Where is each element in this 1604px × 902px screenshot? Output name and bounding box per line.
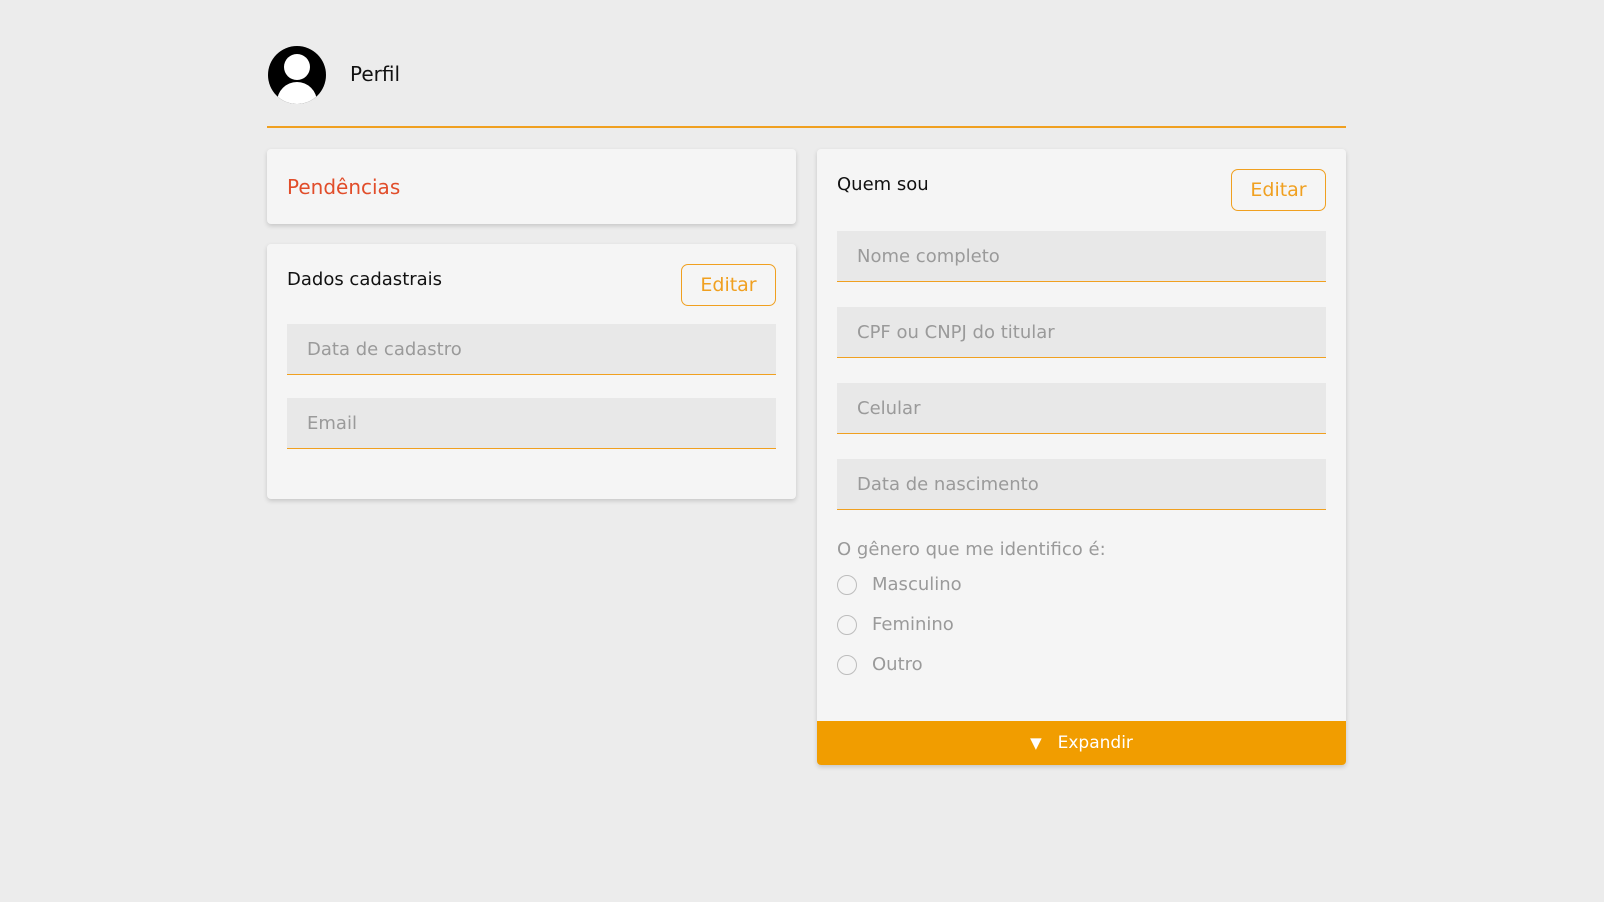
registration-date-field[interactable] — [287, 324, 776, 375]
expand-button[interactable]: ▼ Expandir — [817, 721, 1346, 765]
triangle-down-icon: ▼ — [1030, 734, 1042, 752]
profile-header: Perfil — [267, 46, 1346, 128]
about-me-title: Quem sou — [837, 174, 929, 195]
pending-card[interactable]: Pendências — [267, 149, 796, 224]
about-me-card: Quem sou Editar O gênero que me identifi… — [817, 149, 1346, 765]
pending-title: Pendências — [287, 175, 401, 199]
mobile-field[interactable] — [837, 383, 1326, 434]
radio-button[interactable] — [837, 654, 857, 675]
avatar[interactable] — [268, 46, 326, 104]
gender-option-feminino[interactable]: Feminino — [837, 614, 954, 635]
gender-option-masculino[interactable]: Masculino — [837, 574, 962, 595]
gender-option-outro[interactable]: Outro — [837, 654, 923, 675]
full-name-field[interactable] — [837, 231, 1326, 282]
avatar-body-shape — [277, 82, 317, 104]
cpf-cnpj-field[interactable] — [837, 307, 1326, 358]
radio-button[interactable] — [837, 574, 857, 595]
gender-option-label: Feminino — [872, 614, 954, 635]
birth-date-field[interactable] — [837, 459, 1326, 510]
gender-label: O gênero que me identifico é: — [837, 539, 1106, 560]
radio-button[interactable] — [837, 614, 857, 635]
registration-data-card: Dados cadastrais Editar — [267, 244, 796, 499]
gender-option-label: Outro — [872, 654, 923, 675]
page-title: Perfil — [350, 62, 401, 86]
email-field[interactable] — [287, 398, 776, 449]
registration-edit-button[interactable]: Editar — [681, 264, 776, 306]
registration-data-title: Dados cadastrais — [287, 269, 443, 290]
profile-page: Perfil Pendências Dados cadastrais Edita… — [267, 0, 1346, 902]
avatar-head-shape — [284, 54, 310, 80]
expand-label: Expandir — [1057, 733, 1133, 753]
about-me-edit-button[interactable]: Editar — [1231, 169, 1326, 211]
gender-option-label: Masculino — [872, 574, 962, 595]
